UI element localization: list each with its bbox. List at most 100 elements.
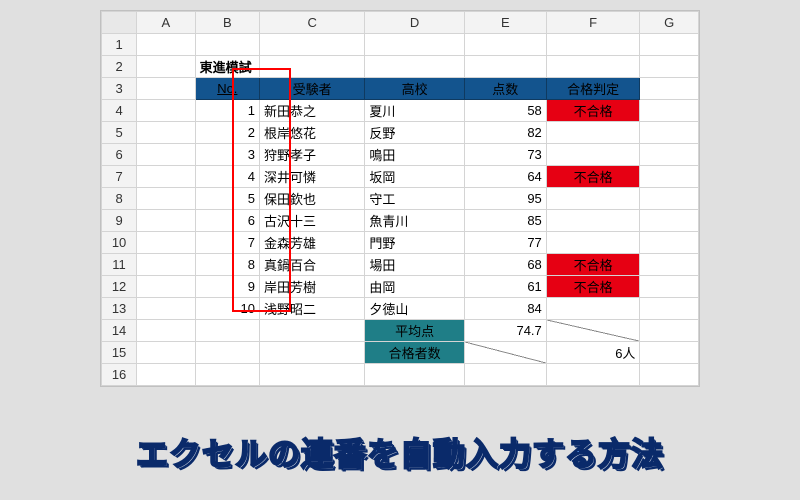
col-header-F[interactable]: F xyxy=(546,12,640,34)
cell[interactable] xyxy=(260,34,365,56)
row-header-14[interactable]: 14 xyxy=(102,320,137,342)
cell[interactable] xyxy=(640,342,699,364)
cell[interactable] xyxy=(137,56,196,78)
cell-score[interactable]: 61 xyxy=(464,276,546,298)
cell-score[interactable]: 95 xyxy=(464,188,546,210)
row-header-2[interactable]: 2 xyxy=(102,56,137,78)
cell-name[interactable]: 根岸悠花 xyxy=(260,122,365,144)
header-score[interactable]: 点数 xyxy=(464,78,546,100)
cell-score[interactable]: 84 xyxy=(464,298,546,320)
cell-score[interactable]: 82 xyxy=(464,122,546,144)
cell-name[interactable]: 岸田芳樹 xyxy=(260,276,365,298)
cell-name[interactable]: 新田恭之 xyxy=(260,100,365,122)
cell-no[interactable]: 7 xyxy=(195,232,259,254)
cell-school[interactable]: 由岡 xyxy=(365,276,465,298)
col-header-D[interactable]: D xyxy=(365,12,465,34)
cell-school[interactable]: 坂岡 xyxy=(365,166,465,188)
row-header-4[interactable]: 4 xyxy=(102,100,137,122)
cell-school[interactable]: 夕徳山 xyxy=(365,298,465,320)
header-no[interactable]: No. xyxy=(195,78,259,100)
col-header-C[interactable]: C xyxy=(260,12,365,34)
cell[interactable] xyxy=(137,342,196,364)
cell[interactable] xyxy=(640,144,699,166)
cell-school[interactable]: 魚青川 xyxy=(365,210,465,232)
row-header-11[interactable]: 11 xyxy=(102,254,137,276)
row-header-1[interactable]: 1 xyxy=(102,34,137,56)
cell-result[interactable]: 不合格 xyxy=(546,100,640,122)
cell-no[interactable]: 10 xyxy=(195,298,259,320)
cell[interactable] xyxy=(137,210,196,232)
cell[interactable] xyxy=(640,100,699,122)
cell-school[interactable]: 反野 xyxy=(365,122,465,144)
cell-result[interactable]: 不合格 xyxy=(546,166,640,188)
cell[interactable] xyxy=(137,298,196,320)
passcount-label[interactable]: 合格者数 xyxy=(365,342,465,364)
row-header-6[interactable]: 6 xyxy=(102,144,137,166)
cell-no[interactable]: 6 xyxy=(195,210,259,232)
row-header-10[interactable]: 10 xyxy=(102,232,137,254)
col-header-B[interactable]: B xyxy=(195,12,259,34)
cell-school[interactable]: 鳴田 xyxy=(365,144,465,166)
cell[interactable] xyxy=(640,320,699,342)
cell-school[interactable]: 場田 xyxy=(365,254,465,276)
cell-name[interactable]: 浅野昭二 xyxy=(260,298,365,320)
row-header-12[interactable]: 12 xyxy=(102,276,137,298)
cell[interactable] xyxy=(365,364,465,386)
row-header-16[interactable]: 16 xyxy=(102,364,137,386)
row-header-13[interactable]: 13 xyxy=(102,298,137,320)
cell[interactable] xyxy=(195,320,259,342)
cell[interactable] xyxy=(464,56,546,78)
cell[interactable] xyxy=(546,34,640,56)
cell-result[interactable] xyxy=(546,188,640,210)
cell-no[interactable]: 4 xyxy=(195,166,259,188)
cell[interactable] xyxy=(640,188,699,210)
cell-name[interactable]: 古沢十三 xyxy=(260,210,365,232)
cell-name[interactable]: 保田欽也 xyxy=(260,188,365,210)
cell-no[interactable]: 5 xyxy=(195,188,259,210)
table-title[interactable]: 東進模試 xyxy=(195,56,259,78)
cell-name[interactable]: 深井可憐 xyxy=(260,166,365,188)
cell[interactable] xyxy=(137,100,196,122)
cell-score[interactable]: 77 xyxy=(464,232,546,254)
cell[interactable] xyxy=(195,364,259,386)
cell[interactable] xyxy=(640,254,699,276)
cell-name[interactable]: 狩野孝子 xyxy=(260,144,365,166)
cell-school[interactable]: 守工 xyxy=(365,188,465,210)
cell[interactable] xyxy=(137,144,196,166)
cell-result[interactable] xyxy=(546,232,640,254)
cell[interactable] xyxy=(137,364,196,386)
cell-result[interactable] xyxy=(546,122,640,144)
cell-result[interactable]: 不合格 xyxy=(546,254,640,276)
header-school[interactable]: 高校 xyxy=(365,78,465,100)
cell-school[interactable]: 門野 xyxy=(365,232,465,254)
cell[interactable] xyxy=(640,364,699,386)
row-header-5[interactable]: 5 xyxy=(102,122,137,144)
cell-school[interactable]: 夏川 xyxy=(365,100,465,122)
cell-no[interactable]: 9 xyxy=(195,276,259,298)
cell[interactable] xyxy=(640,122,699,144)
avg-value[interactable]: 74.7 xyxy=(464,320,546,342)
cell[interactable] xyxy=(260,56,365,78)
cell[interactable] xyxy=(137,122,196,144)
cell-result[interactable] xyxy=(546,298,640,320)
cell[interactable] xyxy=(137,254,196,276)
cell[interactable] xyxy=(464,364,546,386)
cell[interactable] xyxy=(640,210,699,232)
cell-score[interactable]: 68 xyxy=(464,254,546,276)
cell-result[interactable]: 不合格 xyxy=(546,276,640,298)
cell[interactable] xyxy=(260,320,365,342)
cell[interactable] xyxy=(195,34,259,56)
row-header-9[interactable]: 9 xyxy=(102,210,137,232)
cell-result[interactable] xyxy=(546,144,640,166)
cell[interactable] xyxy=(640,166,699,188)
cell[interactable] xyxy=(546,56,640,78)
cell-diagonal[interactable] xyxy=(464,342,546,364)
cell[interactable] xyxy=(464,34,546,56)
cell[interactable] xyxy=(640,232,699,254)
cell[interactable] xyxy=(640,298,699,320)
cell[interactable] xyxy=(137,78,196,100)
cell[interactable] xyxy=(640,56,699,78)
cell-no[interactable]: 1 xyxy=(195,100,259,122)
col-header-E[interactable]: E xyxy=(464,12,546,34)
avg-label[interactable]: 平均点 xyxy=(365,320,465,342)
